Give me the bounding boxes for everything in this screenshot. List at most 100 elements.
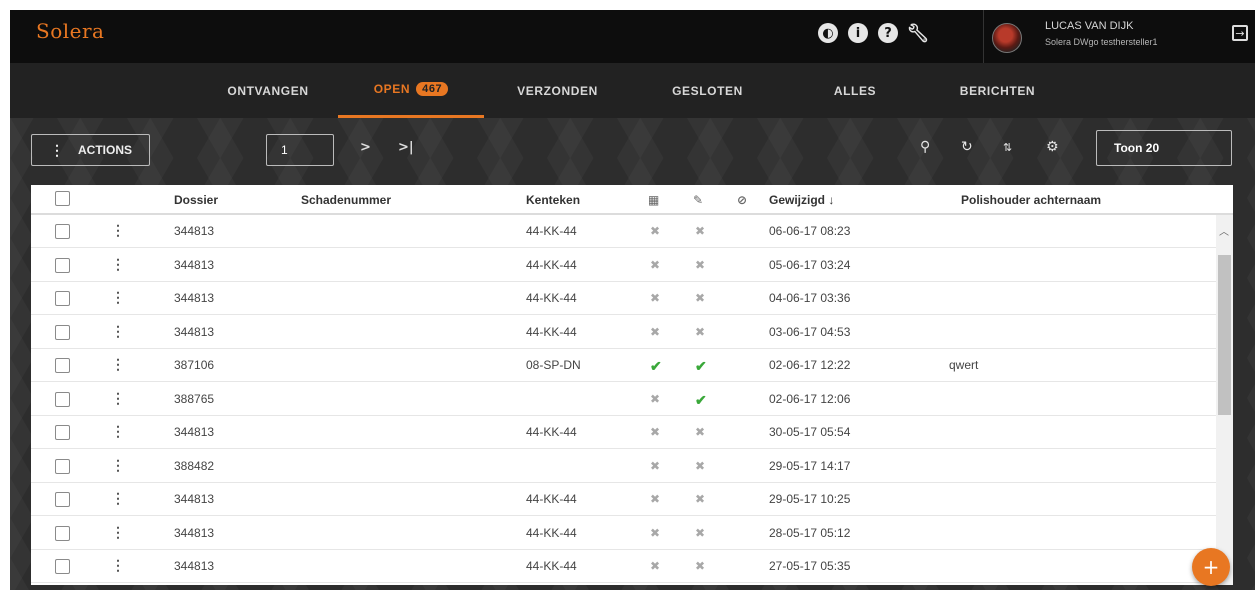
cell-kenteken: 44-KK-44 bbox=[526, 324, 577, 339]
cross-icon: ✖ bbox=[650, 391, 661, 406]
row-menu-icon[interactable]: ⋮ bbox=[111, 423, 125, 440]
row-menu-icon[interactable]: ⋮ bbox=[111, 490, 125, 507]
table-row[interactable]: ⋮ 344813 44-KK-44 ✖ ✖ 29-05-17 10:25 bbox=[31, 483, 1216, 516]
gear-icon[interactable]: ⚙ bbox=[1046, 139, 1059, 155]
cross-icon: ✖ bbox=[695, 291, 706, 305]
row-checkbox[interactable] bbox=[55, 224, 70, 239]
table-row[interactable]: ⋮ 388765 ✖ ✔ 02-06-17 12:06 bbox=[31, 383, 1216, 416]
cell-dossier: 344813 bbox=[174, 324, 215, 339]
header-dossier[interactable]: Dossier bbox=[174, 193, 218, 207]
row-menu-icon[interactable]: ⋮ bbox=[111, 390, 125, 407]
table-row[interactable]: ⋮ 344813 44-KK-44 ✖ ✖ 06-06-17 08:23 bbox=[31, 215, 1216, 248]
cell-gewijzigd: 02-06-17 12:06 bbox=[769, 391, 851, 406]
tab-open[interactable]: OPEN 467 bbox=[338, 63, 484, 118]
row-menu-icon[interactable]: ⋮ bbox=[111, 323, 125, 340]
cross-icon: ✖ bbox=[695, 492, 706, 506]
page-size-select[interactable]: Toon 20 bbox=[1096, 130, 1232, 166]
cross-icon: ✖ bbox=[695, 458, 706, 473]
tab-ontvangen[interactable]: ONTVANGEN bbox=[213, 63, 323, 118]
refresh-icon[interactable]: ↻ bbox=[961, 139, 973, 155]
help-icon[interactable]: ? bbox=[878, 23, 898, 43]
row-checkbox[interactable] bbox=[55, 525, 70, 541]
next-page-button[interactable]: > bbox=[360, 140, 371, 155]
table-row[interactable]: ⋮ 344813 44-KK-44 ✖ ✖ 03-06-17 04:53 bbox=[31, 316, 1216, 349]
chevron-up-icon[interactable]: ︿ bbox=[1219, 223, 1229, 238]
cross-icon: ✖ bbox=[650, 291, 661, 305]
row-checkbox[interactable] bbox=[55, 324, 70, 340]
table-row[interactable]: ⋮ 344813 44-KK-44 ✖ ✖ 04-06-17 03:36 bbox=[31, 282, 1216, 315]
cell-gewijzigd: 06-06-17 08:23 bbox=[769, 224, 851, 238]
tab-verzonden[interactable]: VERZONDEN bbox=[500, 63, 615, 118]
search-icon[interactable]: ⚲ bbox=[920, 139, 930, 155]
scrollbar[interactable]: ︿ bbox=[1216, 215, 1233, 585]
count-badge: 467 bbox=[416, 82, 449, 96]
cross-icon: ✖ bbox=[695, 425, 706, 439]
row-checkbox[interactable] bbox=[55, 291, 70, 306]
row-menu-icon[interactable]: ⋮ bbox=[111, 524, 125, 541]
row-checkbox[interactable] bbox=[55, 458, 70, 474]
scroll-thumb[interactable] bbox=[1218, 255, 1231, 415]
contrast-icon[interactable]: ◐ bbox=[818, 23, 838, 43]
tab-alles[interactable]: ALLES bbox=[810, 63, 900, 118]
row-menu-icon[interactable]: ⋮ bbox=[111, 256, 125, 273]
check-icon: ✔ bbox=[650, 358, 662, 374]
row-checkbox[interactable] bbox=[55, 492, 70, 507]
select-all-checkbox[interactable] bbox=[55, 191, 70, 206]
calculator-icon[interactable]: ▦ bbox=[648, 193, 659, 207]
page-number-input[interactable]: 1 bbox=[266, 134, 334, 166]
table-row[interactable]: ⋮ 344813 44-KK-44 ✖ ✖ 28-05-17 05:12 bbox=[31, 517, 1216, 550]
cross-icon: ✖ bbox=[695, 559, 706, 573]
check-circle-icon[interactable]: ⊘ bbox=[737, 193, 747, 207]
header-gewijzigd[interactable]: Gewijzigd ↓ bbox=[769, 193, 834, 207]
cross-icon: ✖ bbox=[695, 324, 706, 339]
row-menu-icon[interactable]: ⋮ bbox=[111, 289, 125, 306]
tab-gesloten[interactable]: GESLOTEN bbox=[655, 63, 760, 118]
info-icon[interactable]: i bbox=[848, 23, 868, 43]
table-row[interactable]: ⋮ 344813 44-KK-44 ✖ ✖ 27-05-17 05:35 bbox=[31, 550, 1216, 583]
cross-icon: ✖ bbox=[650, 224, 661, 238]
cell-gewijzigd: 29-05-17 10:25 bbox=[769, 492, 851, 506]
tab-berichten[interactable]: BERICHTEN bbox=[940, 63, 1055, 118]
attachment-icon[interactable]: ✎ bbox=[693, 193, 703, 207]
tab-label: GESLOTEN bbox=[672, 83, 743, 98]
tab-bar: ONTVANGEN OPEN 467 VERZONDEN GESLOTEN AL… bbox=[10, 63, 1255, 119]
table-row[interactable]: ⋮ 344813 44-KK-44 ✖ ✖ 30-05-17 05:54 bbox=[31, 416, 1216, 449]
cross-icon: ✖ bbox=[650, 425, 661, 439]
cell-dossier: 344813 bbox=[174, 291, 215, 305]
cross-icon: ✖ bbox=[650, 525, 661, 540]
cell-dossier: 344813 bbox=[174, 257, 215, 272]
row-checkbox[interactable] bbox=[55, 358, 70, 373]
wrench-icon[interactable]: 🔧︎ bbox=[907, 23, 930, 44]
cell-gewijzigd: 30-05-17 05:54 bbox=[769, 425, 851, 439]
top-icons: ◐ i ? 🔧︎ bbox=[818, 23, 930, 44]
last-page-button[interactable]: >| bbox=[398, 140, 414, 155]
logout-icon[interactable]: → bbox=[1232, 25, 1248, 41]
page-size-label: Toon 20 bbox=[1114, 141, 1160, 155]
table-row[interactable]: ⋮ 388482 ✖ ✖ 29-05-17 14:17 bbox=[31, 450, 1216, 483]
table-header: Dossier Schadenummer Kenteken ▦ ✎ ⊘ Gewi… bbox=[31, 185, 1233, 215]
row-checkbox[interactable] bbox=[55, 391, 70, 407]
row-checkbox[interactable] bbox=[55, 559, 70, 574]
row-checkbox[interactable] bbox=[55, 425, 70, 440]
table-row[interactable]: ⋮ 387106 08-SP-DN ✔ ✔ 02-06-17 12:22 qwert bbox=[31, 349, 1216, 382]
tab-label: ONTVANGEN bbox=[227, 83, 309, 98]
cell-kenteken: 44-KK-44 bbox=[526, 224, 577, 238]
row-menu-icon[interactable]: ⋮ bbox=[111, 356, 125, 373]
cell-dossier: 387106 bbox=[174, 358, 215, 372]
table-row[interactable]: ⋮ 344813 44-KK-44 ✖ ✖ 05-06-17 03:24 bbox=[31, 249, 1216, 282]
add-button[interactable]: + bbox=[1192, 548, 1230, 586]
row-menu-icon[interactable]: ⋮ bbox=[111, 457, 125, 474]
solera-logo[interactable]: Solera bbox=[36, 19, 104, 43]
cell-dossier: 388765 bbox=[174, 391, 215, 406]
tab-label: OPEN bbox=[373, 82, 411, 96]
sort-icon[interactable]: ⇅ bbox=[1003, 141, 1012, 154]
app-window: Solera ◐ i ? 🔧︎ LUCAS VAN DIJK Solera DW… bbox=[10, 10, 1255, 590]
row-menu-icon[interactable]: ⋮ bbox=[111, 557, 125, 574]
header-kenteken[interactable]: Kenteken bbox=[526, 193, 580, 207]
actions-button[interactable]: ⋮ ACTIONS bbox=[31, 134, 150, 166]
header-polishouder[interactable]: Polishouder achternaam bbox=[961, 193, 1101, 207]
header-schadenummer[interactable]: Schadenummer bbox=[301, 193, 391, 207]
row-checkbox[interactable] bbox=[55, 257, 70, 273]
avatar[interactable] bbox=[992, 23, 1022, 53]
row-menu-icon[interactable]: ⋮ bbox=[111, 222, 125, 239]
